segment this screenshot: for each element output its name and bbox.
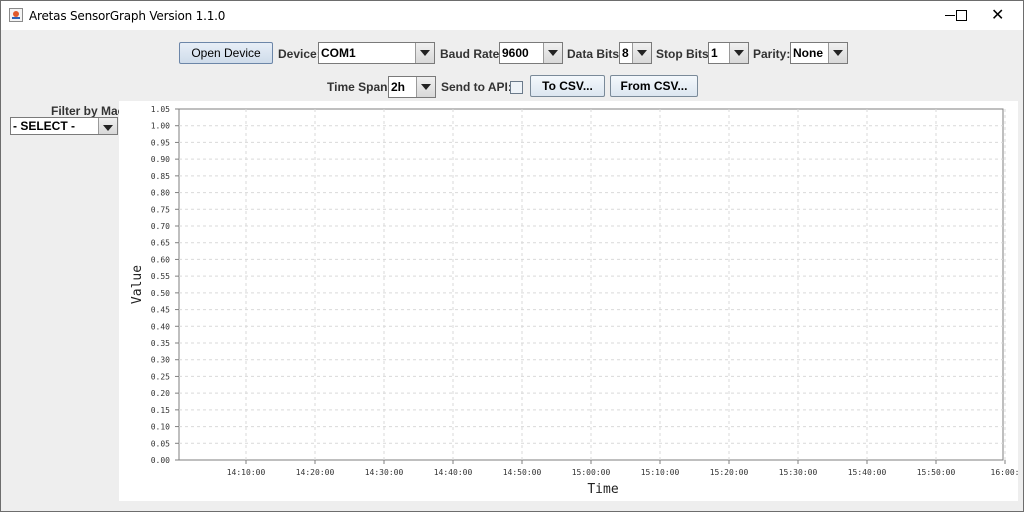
parity-value: None — [793, 46, 823, 60]
chevron-down-icon[interactable] — [98, 118, 117, 134]
data-bits-select[interactable]: 8 — [619, 42, 652, 64]
to-csv-button[interactable]: To CSV... — [530, 75, 605, 97]
y-tick-label: 0.95 — [151, 138, 170, 147]
app-window: Aretas SensorGraph Version 1.1.0 ✕ Open … — [0, 0, 1024, 512]
x-tick-label: 14:10:00 — [227, 468, 266, 477]
baud-rate-value: 9600 — [502, 46, 529, 60]
y-tick-label: 0.80 — [151, 189, 170, 198]
send-to-api-checkbox[interactable] — [510, 81, 523, 94]
y-tick-label: 0.20 — [151, 389, 170, 398]
y-tick-label: 0.00 — [151, 456, 170, 465]
chevron-down-icon[interactable] — [543, 43, 562, 63]
title-bar: Aretas SensorGraph Version 1.1.0 ✕ — [1, 1, 1023, 30]
time-span-select[interactable]: 2h — [388, 76, 436, 98]
chevron-down-icon[interactable] — [416, 77, 435, 97]
x-tick-label: 14:40:00 — [434, 468, 473, 477]
x-tick-label: 15:10:00 — [641, 468, 680, 477]
y-tick-label: 0.50 — [151, 289, 170, 298]
x-tick-label: 15:00:00 — [572, 468, 611, 477]
x-tick-label: 14:20:00 — [296, 468, 335, 477]
data-bits-value: 8 — [622, 46, 629, 60]
y-tick-label: 0.60 — [151, 255, 170, 264]
x-tick-label: 16:00: — [991, 468, 1018, 477]
data-bits-label: Data Bits: — [567, 47, 624, 61]
window-title: Aretas SensorGraph Version 1.1.0 — [29, 9, 226, 23]
x-tick-label: 14:30:00 — [365, 468, 404, 477]
y-tick-label: 0.70 — [151, 222, 170, 231]
y-tick-label: 0.05 — [151, 439, 170, 448]
y-tick-label: 0.35 — [151, 339, 170, 348]
y-tick-label: 1.05 — [151, 105, 170, 114]
chevron-down-icon[interactable] — [828, 43, 847, 63]
x-tick-label: 15:30:00 — [779, 468, 818, 477]
y-tick-label: 0.40 — [151, 322, 170, 331]
y-tick-label: 0.45 — [151, 306, 170, 315]
y-tick-label: 0.15 — [151, 406, 170, 415]
open-device-button[interactable]: Open Device — [179, 42, 273, 64]
stop-bits-label: Stop Bits: — [656, 47, 713, 61]
y-tick-label: 0.85 — [151, 172, 170, 181]
maximize-icon[interactable] — [941, 1, 987, 30]
stop-bits-select[interactable]: 1 — [708, 42, 749, 64]
time-span-value: 2h — [391, 80, 406, 94]
filter-by-mac-label: Filter by Mac: — [51, 104, 129, 118]
close-icon[interactable]: ✕ — [991, 5, 1004, 24]
chevron-down-icon[interactable] — [415, 43, 434, 63]
x-tick-label: 15:20:00 — [710, 468, 749, 477]
y-tick-label: 0.65 — [151, 239, 170, 248]
y-tick-label: 1.00 — [151, 122, 170, 131]
x-tick-label: 15:40:00 — [848, 468, 887, 477]
device-select[interactable]: COM1 — [318, 42, 435, 64]
java-app-icon — [9, 8, 23, 22]
chevron-down-icon[interactable] — [729, 43, 748, 63]
chart-panel: 0.00 0.05 0.10 0.15 0.20 0.25 0.30 0.35 0.40 0.45… — [119, 101, 1019, 501]
stop-bits-value: 1 — [711, 46, 718, 60]
chevron-down-icon[interactable] — [632, 43, 651, 63]
send-to-api-label: Send to API: — [441, 80, 512, 94]
parity-label: Parity: — [753, 47, 791, 61]
y-tick-label: 0.55 — [151, 272, 170, 281]
parity-select[interactable]: None — [790, 42, 848, 64]
sensor-chart: 0.00 0.05 0.10 0.15 0.20 0.25 0.30 0.35 0.40 0.45… — [130, 105, 1019, 497]
x-tick-label: 15:50:00 — [917, 468, 956, 477]
device-label: Device: — [278, 47, 321, 61]
mac-filter-value: - SELECT - — [13, 119, 75, 133]
y-tick-label: 0.90 — [151, 155, 170, 164]
y-tick-label: 0.75 — [151, 205, 170, 214]
baud-rate-select[interactable]: 9600 — [499, 42, 563, 64]
y-tick-label: 0.25 — [151, 372, 170, 381]
y-tick-label: 0.30 — [151, 356, 170, 365]
x-axis-title: Time — [587, 482, 618, 497]
mac-filter-select[interactable]: - SELECT - — [10, 117, 118, 135]
device-value: COM1 — [321, 46, 356, 60]
y-axis-title: Value — [130, 265, 145, 304]
x-tick-label: 14:50:00 — [503, 468, 542, 477]
from-csv-button[interactable]: From CSV... — [610, 75, 698, 97]
baud-rate-label: Baud Rate: — [440, 47, 504, 61]
y-tick-label: 0.10 — [151, 423, 170, 432]
time-span-label: Time Span: — [327, 80, 392, 94]
